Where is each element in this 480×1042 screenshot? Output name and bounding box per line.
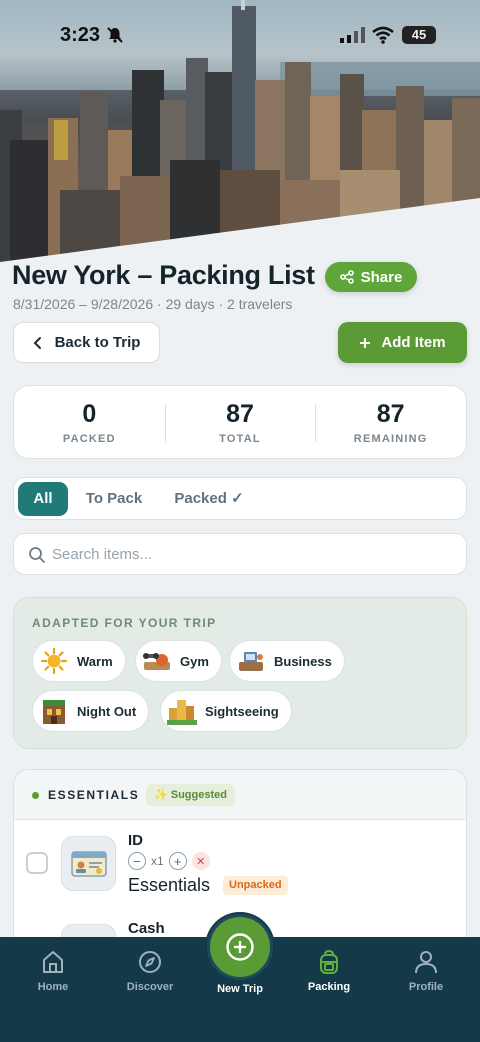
back-to-trip-label: Back to Trip: [54, 334, 141, 351]
item-category: Essentials: [128, 875, 211, 895]
stat-total-value: 87: [226, 400, 254, 428]
page-title: New York – Packing List: [12, 260, 315, 290]
share-label: Share: [360, 268, 403, 286]
filter-tabs: All To Pack Packed ✓: [13, 477, 467, 520]
backpack-icon: [320, 949, 338, 974]
chip-warm-label: Warm: [77, 653, 113, 669]
quantity-value: x1: [151, 854, 164, 868]
night-out-icon: [39, 696, 69, 726]
chip-business[interactable]: Business: [229, 640, 345, 682]
add-item-button[interactable]: Add Item: [338, 322, 467, 363]
essentials-title: ESSENTIALS: [48, 788, 140, 802]
stat-packed: 0 PACKED: [14, 386, 165, 458]
wifi-icon: [372, 26, 394, 44]
chip-sightseeing[interactable]: Sightseeing: [160, 690, 292, 732]
remove-item-button[interactable]: ✕: [191, 852, 210, 870]
sightseeing-icon: [167, 696, 197, 726]
add-circle-icon: [226, 933, 254, 961]
tab-to-pack[interactable]: To Pack: [76, 482, 152, 516]
nav-home-label: Home: [37, 981, 69, 993]
nav-profile-label: Profile: [408, 981, 444, 993]
adapted-for-trip-card: ADAPTED FOR YOUR TRIP Warm Gym Business …: [13, 597, 467, 749]
nav-profile[interactable]: Profile: [378, 949, 474, 993]
chip-gym[interactable]: Gym: [135, 640, 222, 682]
status-bar: 3:23 45: [0, 18, 480, 52]
home-icon: [43, 951, 63, 973]
item-checkbox[interactable]: [26, 852, 48, 874]
tab-packed[interactable]: Packed ✓: [166, 482, 252, 516]
stat-remaining-label: REMAINING: [353, 433, 428, 445]
bell-muted-icon: [107, 27, 123, 43]
decrease-quantity-button[interactable]: −: [128, 852, 146, 870]
add-item-label: Add Item: [381, 334, 446, 351]
chevron-left-icon: [33, 336, 41, 349]
cell-signal-icon: [340, 27, 365, 43]
stat-packed-label: PACKED: [62, 433, 116, 445]
stat-packed-value: 0: [82, 400, 97, 428]
new-trip-button[interactable]: [210, 917, 270, 977]
nav-packing[interactable]: Packing: [281, 949, 377, 993]
category-dot: [32, 792, 39, 799]
id-card-icon: [61, 836, 116, 891]
search-input[interactable]: [52, 534, 452, 574]
nav-packing-label: Packing: [307, 981, 351, 993]
status-time: 3:23: [60, 24, 101, 46]
search-bar: [13, 533, 467, 575]
nav-discover[interactable]: Discover: [102, 949, 198, 993]
stat-remaining: 87 REMAINING: [315, 386, 466, 458]
nav-home[interactable]: Home: [5, 949, 101, 993]
share-icon: [339, 270, 354, 284]
gym-icon: [142, 646, 172, 676]
stat-total-label: TOTAL: [219, 433, 261, 445]
trip-subtitle: 8/31/2026 – 9/28/2026 · 29 days · 2 trav…: [13, 296, 293, 312]
suggested-badge: ✨ Suggested: [146, 784, 235, 806]
adapted-title: ADAPTED FOR YOUR TRIP: [32, 616, 217, 630]
back-to-trip-button[interactable]: Back to Trip: [13, 322, 160, 363]
chip-gym-label: Gym: [180, 653, 209, 669]
sun-icon: [39, 646, 69, 676]
tab-all[interactable]: All: [18, 482, 68, 516]
status-badge: Unpacked: [223, 876, 288, 895]
chip-sightseeing-label: Sightseeing: [205, 703, 279, 719]
compass-icon: [139, 951, 161, 973]
essentials-header[interactable]: ESSENTIALS ✨ Suggested: [14, 770, 466, 820]
stat-remaining-value: 87: [376, 400, 405, 428]
plus-icon: [360, 337, 371, 348]
chip-business-label: Business: [274, 653, 332, 669]
business-icon: [236, 646, 266, 676]
chip-warm[interactable]: Warm: [32, 640, 126, 682]
battery-indicator: 45: [402, 26, 436, 44]
item-name: ID: [128, 832, 143, 849]
profile-icon: [415, 951, 437, 974]
new-trip-label: New Trip: [217, 983, 263, 995]
quantity-stepper: − x1 + ✕: [128, 852, 210, 870]
increase-quantity-button[interactable]: +: [168, 852, 187, 870]
share-button[interactable]: Share: [325, 262, 417, 292]
chip-night-out-label: Night Out: [77, 703, 137, 719]
packing-stats-card: 0 PACKED 87 TOTAL 87 REMAINING: [13, 385, 467, 459]
nav-discover-label: Discover: [126, 981, 174, 993]
search-icon: [29, 547, 45, 563]
stat-total: 87 TOTAL: [164, 386, 316, 458]
chip-night-out[interactable]: Night Out: [32, 690, 150, 732]
item-name: Cash: [128, 920, 165, 937]
